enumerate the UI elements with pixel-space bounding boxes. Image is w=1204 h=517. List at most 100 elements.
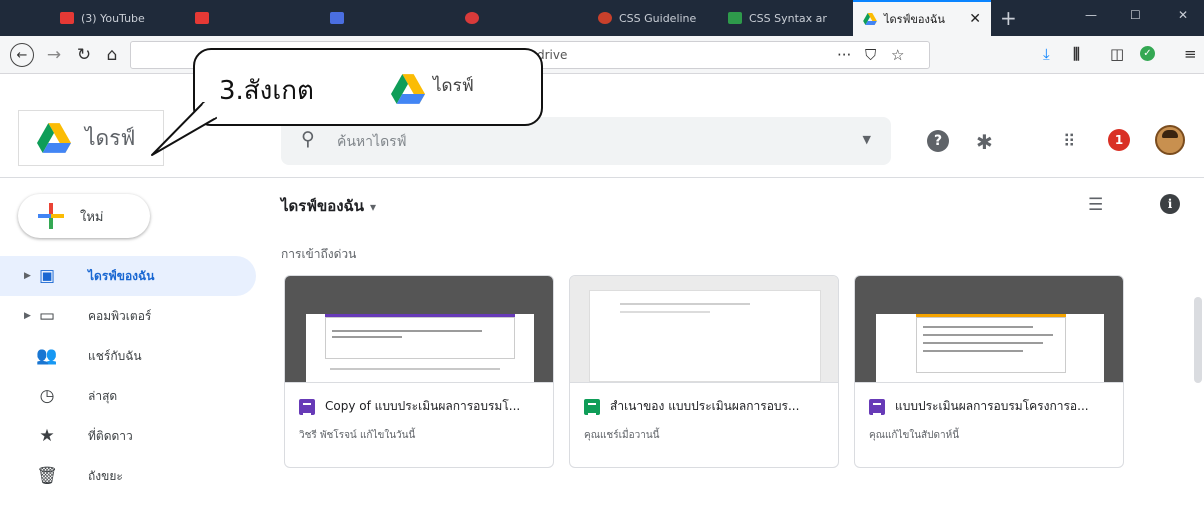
site-icon xyxy=(728,12,742,24)
settings-gear-icon[interactable]: ✱ xyxy=(976,130,993,154)
expand-arrow-icon[interactable]: ▶ xyxy=(24,311,31,321)
thumbnail-line xyxy=(620,311,710,313)
google-forms-icon xyxy=(299,398,315,415)
thumbnail-page xyxy=(306,314,534,382)
thumbnail-line xyxy=(332,330,482,332)
file-name: Copy of แบบประเมินผลการอบรมโ... xyxy=(325,399,521,413)
extension-check-icon[interactable]: ✓ xyxy=(1140,46,1155,61)
sidebar-item-recent[interactable]: ◷ ล่าสุด xyxy=(0,376,256,416)
notification-badge[interactable]: 1 xyxy=(1108,129,1130,151)
tab-label: ไดรฟ์ของฉัน xyxy=(884,13,945,26)
tab-css-guideline[interactable]: CSS Guideline xyxy=(588,0,713,36)
close-tab-icon[interactable]: ✕ xyxy=(969,11,981,27)
chevron-down-icon: ▾ xyxy=(370,200,377,214)
list-view-icon[interactable]: ☰ xyxy=(1088,195,1103,215)
file-info: สำเนาของ แบบประเมินผลการอบร... คุณแชร์เม… xyxy=(570,382,838,467)
header-divider xyxy=(0,177,1204,178)
info-icon[interactable]: i xyxy=(1160,194,1180,214)
tab-label: CSS Syntax ar xyxy=(749,11,827,25)
site-icon xyxy=(465,12,479,24)
tab-blue[interactable] xyxy=(320,0,450,36)
reload-icon[interactable]: ↻ xyxy=(72,43,96,67)
breadcrumb-label: ไดรฟ์ของฉัน xyxy=(281,197,365,215)
minimize-icon[interactable]: — xyxy=(1085,8,1097,22)
drive-logo[interactable]: ไดรฟ์ xyxy=(18,110,164,166)
library-icon[interactable]: ⫼ xyxy=(1073,45,1080,63)
tab-drive[interactable]: ไดรฟ์ของฉัน ✕ xyxy=(853,0,991,36)
bookmark-star-icon[interactable]: ☆ xyxy=(891,46,904,64)
forward-icon[interactable]: → xyxy=(42,43,66,67)
sidebar-item-my-drive[interactable]: ▶ ▣ ไดรฟ์ของฉัน xyxy=(0,256,256,296)
google-forms-icon xyxy=(869,398,885,415)
sidebar-item-trash[interactable]: 🗑 ถังขยะ xyxy=(0,456,256,496)
youtube-icon xyxy=(195,12,209,24)
plus-icon xyxy=(38,203,64,229)
tab-css-syntax[interactable]: CSS Syntax ar xyxy=(718,0,848,36)
sidebar-icon[interactable]: ◫ xyxy=(1110,45,1124,63)
page-actions-icon[interactable]: ··· xyxy=(837,46,851,64)
file-name: แบบประเมินผลการอบรมโครงการอ... xyxy=(895,399,1089,413)
tab-youtube[interactable]: (3) YouTube xyxy=(50,0,180,36)
file-thumbnail xyxy=(285,276,553,382)
sidebar-item-label: คอมพิวเตอร์ xyxy=(88,308,152,323)
avatar[interactable] xyxy=(1155,125,1185,155)
sidebar-item-label: ไดรฟ์ของฉัน xyxy=(88,268,155,283)
file-activity: คุณแก้ไขในสัปดาห์นี้ xyxy=(869,430,960,441)
sidebar: ▶ ▣ ไดรฟ์ของฉัน ▶ ▭ คอมพิวเตอร์ 👥 แชร์กั… xyxy=(0,256,256,496)
new-tab-button[interactable]: + xyxy=(1000,6,1017,30)
search-icon: ⚲ xyxy=(301,128,315,150)
tab-label: (3) YouTube xyxy=(81,11,145,25)
nav-bar: ← → ↻ ⌂ drive ··· ⛉ ☆ ⤓ ⫼ ◫ ✓ ≡ xyxy=(0,36,1204,74)
file-card[interactable]: สำเนาของ แบบประเมินผลการอบร... คุณแชร์เม… xyxy=(569,275,839,468)
file-info: Copy of แบบประเมินผลการอบรมโ... วิชรี พั… xyxy=(285,382,553,467)
thumbnail-page xyxy=(876,314,1104,382)
tab-video[interactable] xyxy=(185,0,315,36)
file-thumbnail xyxy=(855,276,1123,382)
download-icon[interactable]: ⤓ xyxy=(1043,45,1050,63)
sidebar-item-label: ถังขยะ xyxy=(88,468,123,483)
thumbnail-line xyxy=(330,368,500,370)
file-activity: คุณแชร์เมื่อวานนี้ xyxy=(584,430,660,441)
file-thumbnail xyxy=(570,276,838,382)
breadcrumb[interactable]: ไดรฟ์ของฉัน ▾ xyxy=(281,194,376,218)
file-title: แบบประเมินผลการอบรมโครงการอ... xyxy=(869,397,1109,416)
tab-strip: (3) YouTube CSS Guideline CSS Syntax ar … xyxy=(0,0,1204,36)
file-card[interactable]: Copy of แบบประเมินผลการอบรมโ... วิชรี พั… xyxy=(284,275,554,468)
scrollbar[interactable] xyxy=(1194,297,1202,383)
sidebar-item-computers[interactable]: ▶ ▭ คอมพิวเตอร์ xyxy=(0,296,256,336)
window-close-icon[interactable]: ✕ xyxy=(1178,8,1188,22)
sidebar-item-label: ล่าสุด xyxy=(88,388,118,403)
app-name: ไดรฟ์ xyxy=(85,125,136,150)
thumbnail-line xyxy=(923,334,1053,336)
drive-logo-icon xyxy=(391,74,425,104)
sidebar-item-starred[interactable]: ★ ที่ติดดาว xyxy=(0,416,256,456)
pocket-icon[interactable]: ⛉ xyxy=(865,46,876,64)
new-button-label: ใหม่ xyxy=(80,209,104,225)
callout-text: 3.สังเกต xyxy=(219,76,314,106)
apps-grid-icon[interactable]: ⠿ xyxy=(1063,132,1075,152)
search-placeholder: ค้นหาไดรฟ์ xyxy=(337,134,407,150)
tab-red-site[interactable] xyxy=(455,0,585,36)
drive-icon: ▣ xyxy=(38,266,56,286)
file-name: สำเนาของ แบบประเมินผลการอบร... xyxy=(610,399,800,413)
tab-label: CSS Guideline xyxy=(619,11,697,25)
home-icon[interactable]: ⌂ xyxy=(100,43,124,67)
thumbnail-sheet xyxy=(589,290,821,382)
callout-pointer xyxy=(151,102,218,156)
drive-logo-icon xyxy=(863,13,877,25)
star-icon: ★ xyxy=(39,426,55,446)
sidebar-item-shared[interactable]: 👥 แชร์กับฉัน xyxy=(0,336,256,376)
file-activity: วิชรี พัชโรจน์ แก้ไขในวันนี้ xyxy=(299,430,416,441)
search-options-icon[interactable]: ▼ xyxy=(863,133,871,146)
quick-access-heading: การเข้าถึงด่วน xyxy=(281,247,357,261)
help-icon[interactable]: ? xyxy=(927,130,949,152)
file-info: แบบประเมินผลการอบรมโครงการอ... คุณแก้ไขใ… xyxy=(855,382,1123,467)
file-card[interactable]: แบบประเมินผลการอบรมโครงการอ... คุณแก้ไขใ… xyxy=(854,275,1124,468)
expand-arrow-icon[interactable]: ▶ xyxy=(24,271,31,281)
thumbnail-line xyxy=(923,350,1023,352)
menu-icon[interactable]: ≡ xyxy=(1184,45,1197,63)
back-icon[interactable]: ← xyxy=(10,43,34,67)
maximize-icon[interactable]: ☐ xyxy=(1130,8,1141,22)
new-button[interactable]: ใหม่ xyxy=(18,194,150,238)
trash-icon: 🗑 xyxy=(36,466,58,486)
